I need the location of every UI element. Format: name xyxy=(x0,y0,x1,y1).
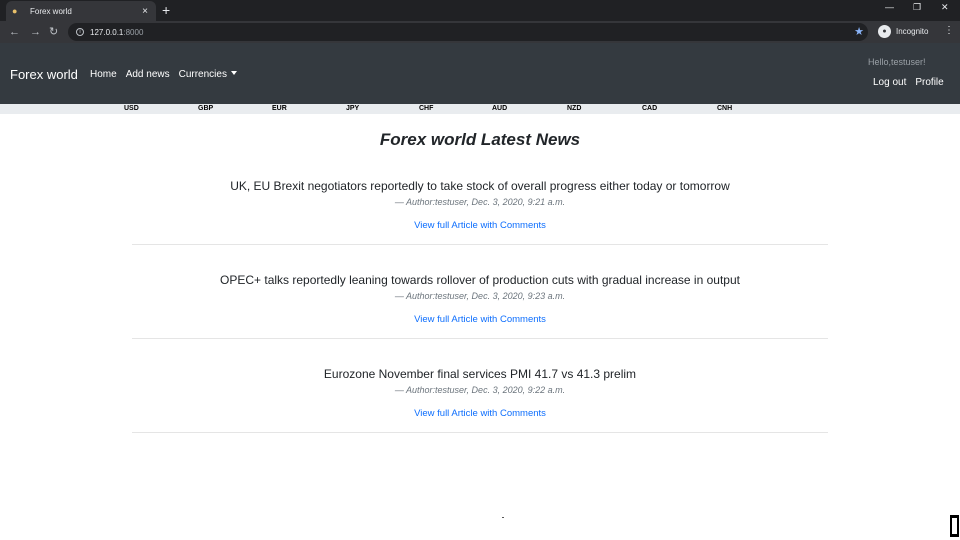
currency-item[interactable]: AUD xyxy=(492,105,507,112)
profile-link[interactable]: Profile xyxy=(915,77,943,88)
currency-item[interactable]: USD xyxy=(124,105,139,112)
page-title: Forex world Latest News xyxy=(379,130,581,149)
close-window-icon[interactable]: ✕ xyxy=(941,2,949,13)
view-article-link[interactable]: View full Article with Comments xyxy=(414,220,546,232)
restore-icon[interactable]: ❐ xyxy=(913,2,921,13)
browser-menu-icon[interactable]: ⋮ xyxy=(944,25,954,36)
currencies-label: Currencies xyxy=(178,69,227,80)
url-port: :8000 xyxy=(123,27,144,37)
article-byline: — Author:testuser, Dec. 3, 2020, 9:23 a.… xyxy=(394,291,566,301)
incognito-indicator[interactable]: ● Incognito xyxy=(878,25,928,38)
currency-ticker: USD GBP EUR JPY CHF AUD NZD CAD CNH xyxy=(0,104,960,114)
article-headline: UK, EU Brexit negotiators reportedly to … xyxy=(230,179,730,193)
nav-link-home[interactable]: Home xyxy=(90,69,117,80)
minimize-icon[interactable]: — xyxy=(885,2,894,12)
news-article: UK, EU Brexit negotiators reportedly to … xyxy=(132,178,828,245)
site-navbar: Forex world Home Add news Currencies Hel… xyxy=(0,43,960,104)
view-article-link[interactable]: View full Article with Comments xyxy=(414,408,546,420)
nav-link-add-news[interactable]: Add news xyxy=(126,69,170,80)
news-article: OPEC+ talks reportedly leaning towards r… xyxy=(132,272,828,339)
info-icon[interactable]: i xyxy=(76,28,84,36)
back-arrow-icon[interactable]: ← xyxy=(9,25,20,39)
reload-icon[interactable]: ↻ xyxy=(49,25,58,39)
logout-link[interactable]: Log out xyxy=(873,77,906,88)
currency-item[interactable]: CAD xyxy=(642,105,657,112)
article-byline: — Author:testuser, Dec. 3, 2020, 9:22 a.… xyxy=(394,385,566,395)
new-tab-icon[interactable]: + xyxy=(162,3,170,17)
user-greeting: Hello,testuser! xyxy=(868,57,926,67)
browser-toolbar: ← → ↻ i 127.0.0.1 :8000 ★ ● Incognito ⋮ xyxy=(0,21,960,43)
nav-dropdown-currencies[interactable]: Currencies xyxy=(179,69,237,80)
article-headline: OPEC+ talks reportedly leaning towards r… xyxy=(220,273,740,287)
forward-arrow-icon[interactable]: → xyxy=(30,25,41,39)
view-article-link[interactable]: View full Article with Comments xyxy=(414,314,546,326)
article-headline: Eurozone November final services PMI 41.… xyxy=(323,367,637,381)
caret-down-icon xyxy=(230,71,237,75)
address-bar[interactable]: i 127.0.0.1 :8000 ★ xyxy=(68,23,868,41)
currency-item[interactable]: CHF xyxy=(419,105,433,112)
bookmark-star-icon[interactable]: ★ xyxy=(854,25,864,38)
currency-item[interactable]: CNH xyxy=(717,105,732,112)
article-byline: — Author:testuser, Dec. 3, 2020, 9:21 a.… xyxy=(394,197,566,207)
stray-dot xyxy=(502,517,504,518)
incognito-label: Incognito xyxy=(896,27,929,36)
user-links: Log out Profile xyxy=(873,77,953,88)
currency-item[interactable]: GBP xyxy=(198,105,213,112)
navbar-brand[interactable]: Forex world xyxy=(10,67,78,82)
tab-title: Forex world xyxy=(30,6,72,16)
nav-links: Home Add news Currencies xyxy=(90,69,246,80)
browser-tabstrip: ● Forex world × + — ❐ ✕ xyxy=(0,0,960,21)
url-host: 127.0.0.1 xyxy=(90,27,124,37)
news-article: Eurozone November final services PMI 41.… xyxy=(132,366,828,433)
text-cursor-icon xyxy=(950,515,959,537)
currency-item[interactable]: EUR xyxy=(272,105,287,112)
moneybag-icon: ● xyxy=(12,6,18,16)
currency-item[interactable]: NZD xyxy=(567,105,581,112)
incognito-icon: ● xyxy=(878,25,891,38)
close-tab-icon[interactable]: × xyxy=(140,6,150,17)
browser-tab[interactable]: ● Forex world × xyxy=(6,1,156,21)
currency-item[interactable]: JPY xyxy=(346,105,359,112)
